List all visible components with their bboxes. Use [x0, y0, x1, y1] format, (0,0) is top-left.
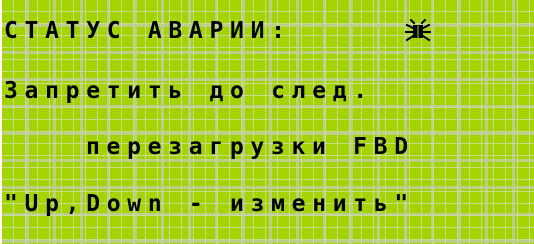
lcd-display: СТАТУС АВАРИИ: Запретить до след. переза… — [0, 0, 534, 244]
bug-icon — [405, 19, 431, 42]
alarm-status-label: СТАТУС АВАРИИ: — [4, 18, 292, 44]
up-down-change-hint: "Up,Down - изменить" — [4, 191, 415, 217]
fbd-reboot-label: перезагрузки FBD — [86, 134, 415, 160]
disable-until-next-label: Запретить до след. — [4, 78, 374, 104]
